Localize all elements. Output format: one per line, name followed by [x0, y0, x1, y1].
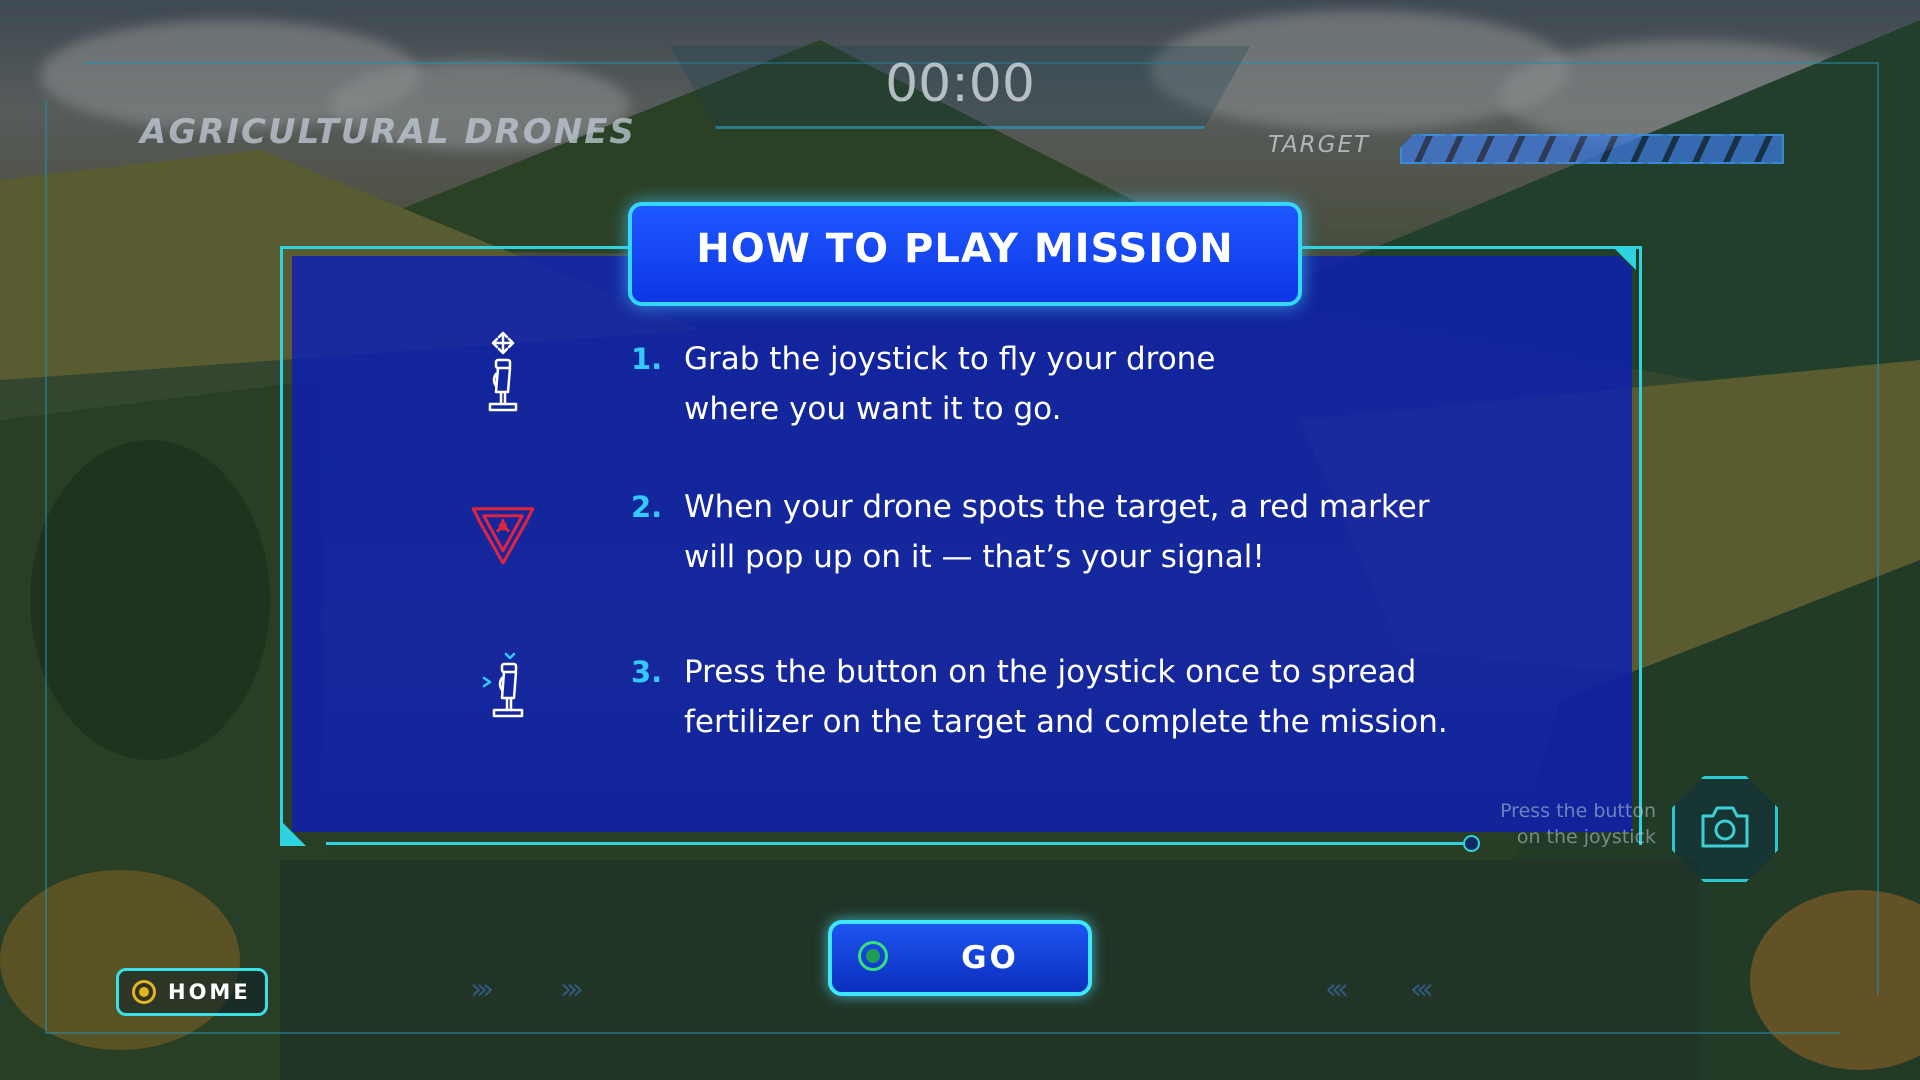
step-text-line: Grab the joystick to fly your drone [684, 341, 1216, 377]
chevron-right-icon: ››› [560, 972, 584, 1007]
step-text-line: Press the button on the joystick once to… [684, 654, 1417, 690]
target-progress-bar [1400, 134, 1784, 164]
go-indicator-icon [858, 941, 888, 971]
camera-hint-line: Press the button [1500, 800, 1656, 822]
joystick-move-icon [488, 331, 518, 412]
step-text-line: will pop up on it — that’s your signal! [684, 539, 1265, 575]
step-text-line: fertilizer on the target and complete th… [684, 704, 1448, 740]
step-number: 1. [631, 342, 663, 376]
target-marker-icon [471, 507, 535, 565]
step-number: 3. [631, 655, 663, 689]
step-text: When your drone spots the target, a red … [684, 482, 1544, 582]
step-text-line: where you want it to go. [684, 391, 1062, 427]
step-text: Grab the joystick to fly your drone wher… [684, 334, 1544, 434]
step-text-line: When your drone spots the target, a red … [684, 489, 1430, 525]
camera-hint-line: on the joystick [1516, 826, 1656, 848]
step-text: Press the button on the joystick once to… [684, 647, 1544, 747]
chevron-left-icon: ‹‹‹ [1410, 972, 1434, 1007]
chevron-left-icon: ‹‹‹ [1325, 972, 1349, 1007]
joystick-button-icon [482, 652, 524, 718]
camera-hint: Press the button on the joystick [1470, 798, 1656, 850]
home-indicator-icon [132, 980, 156, 1004]
game-title: AGRICULTURAL DRONES [140, 112, 636, 152]
target-label: TARGET [1268, 132, 1371, 158]
go-button-label: GO [961, 940, 1019, 976]
panel-title: HOW TO PLAY MISSION [696, 226, 1234, 272]
chevron-right-icon: ››› [470, 972, 494, 1007]
camera-icon [1701, 806, 1749, 848]
home-button-label: HOME [168, 980, 251, 1004]
step-number: 2. [631, 490, 663, 524]
panel-divider [326, 842, 1470, 845]
mission-timer: 00:00 [885, 54, 1035, 114]
